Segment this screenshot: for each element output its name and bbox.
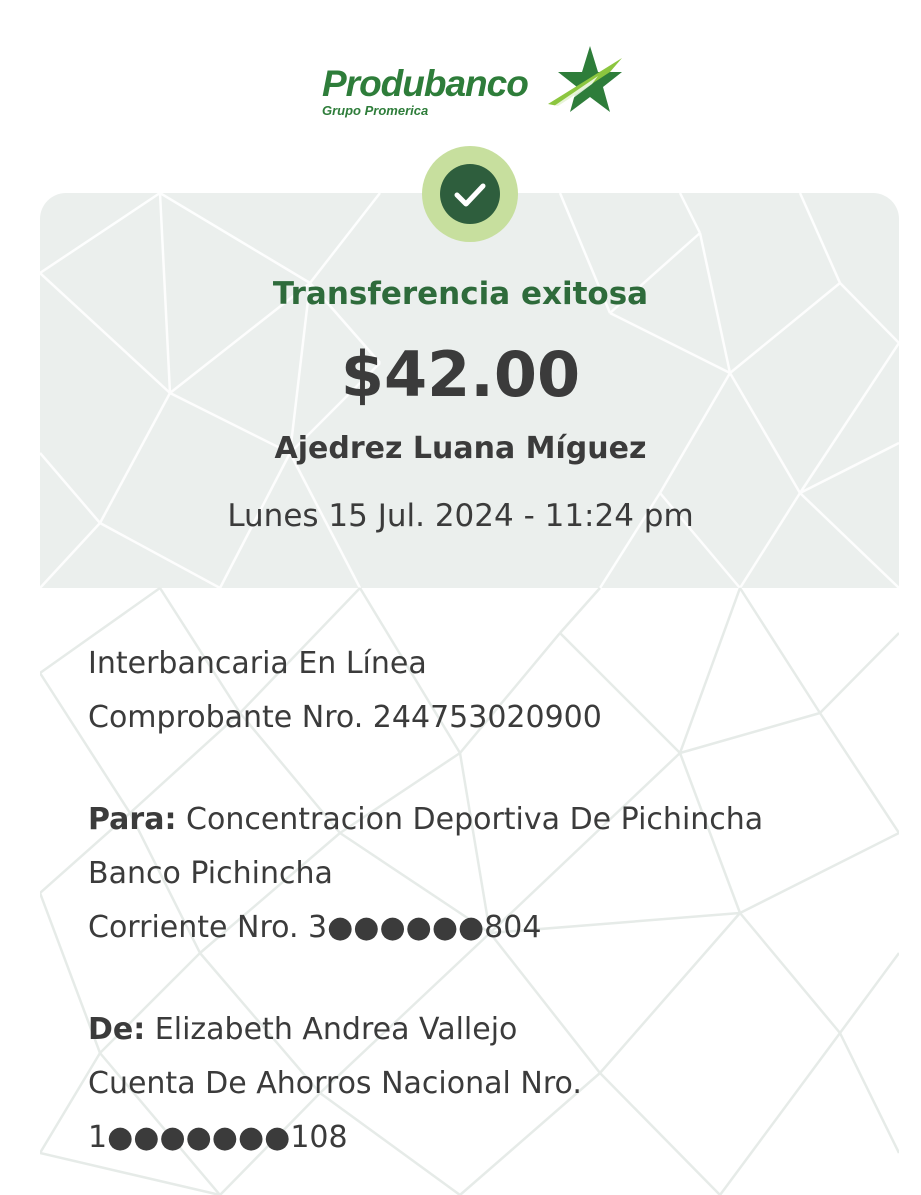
to-label: Para: bbox=[88, 802, 177, 837]
transfer-datetime: Lunes 15 Jul. 2024 - 11:24 pm bbox=[227, 498, 694, 534]
star-logo-icon bbox=[548, 46, 622, 112]
from-account-type: Cuenta De Ahorros Nacional Nro. bbox=[88, 1066, 582, 1101]
check-circle-icon bbox=[440, 164, 500, 224]
to-bank: Banco Pichincha bbox=[88, 856, 333, 891]
transfer-status: Transferencia exitosa bbox=[272, 276, 649, 312]
from-account-number: 1●●●●●●●108 bbox=[88, 1120, 348, 1155]
success-badge bbox=[422, 146, 518, 242]
from-name: Elizabeth Andrea Vallejo bbox=[154, 1012, 518, 1047]
to-line: Para: Concentracion Deportiva De Pichinc… bbox=[88, 800, 763, 840]
transfer-type: Interbancaria En Línea bbox=[88, 646, 427, 681]
from-label: De: bbox=[88, 1012, 146, 1047]
transfer-amount: $42.00 bbox=[340, 338, 581, 411]
from-line: De: Elizabeth Andrea Vallejo bbox=[88, 1010, 517, 1050]
to-name: Concentracion Deportiva De Pichincha bbox=[186, 802, 764, 837]
produbanco-logo: Produbanco Grupo Promerica bbox=[0, 44, 921, 124]
brand-subtitle: Grupo Promerica bbox=[322, 103, 429, 118]
to-account: Corriente Nro. 3●●●●●●804 bbox=[88, 910, 542, 945]
brand-name: Produbanco bbox=[322, 63, 529, 104]
recipient-name: Ajedrez Luana Míguez bbox=[274, 431, 647, 466]
receipt-number: Comprobante Nro. 244753020900 bbox=[88, 700, 602, 735]
